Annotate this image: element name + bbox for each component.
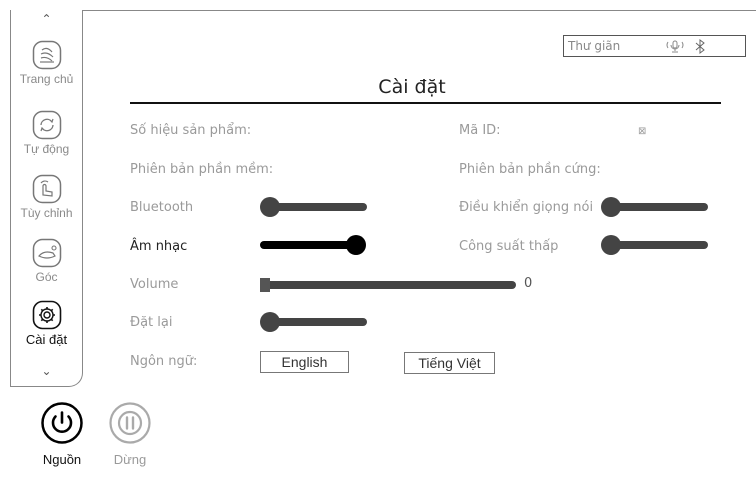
power-button[interactable]: Nguồn: [41, 402, 83, 467]
music-toggle[interactable]: [260, 235, 366, 257]
volume-slider-track: [260, 281, 516, 289]
id-label: Mã ID:: [459, 123, 501, 138]
software-version-label: Phiên bản phần mềm:: [130, 162, 274, 177]
gear-icon: [32, 300, 62, 330]
mode-status-text: Thư giãn: [568, 39, 621, 53]
recline-angle-icon: [32, 238, 62, 268]
volume-label: Volume: [130, 277, 179, 292]
low-power-toggle[interactable]: [601, 235, 708, 257]
language-english-button[interactable]: English: [260, 351, 349, 373]
pause-icon: [109, 402, 151, 444]
sidebar-item-custom[interactable]: Tùy chỉnh: [11, 174, 82, 232]
pause-label: Dừng: [113, 452, 147, 467]
pause-button[interactable]: Dừng: [109, 402, 151, 467]
sidebar-item-auto[interactable]: Tự động: [11, 110, 82, 168]
music-label: Âm nhạc: [130, 239, 188, 254]
power-label: Nguồn: [42, 452, 82, 467]
reset-toggle[interactable]: [260, 312, 367, 334]
sidebar-item-label: Tùy chỉnh: [20, 206, 73, 220]
low-power-label: Công suất thấp: [459, 239, 559, 254]
volume-value: 0: [524, 276, 533, 291]
volume-slider[interactable]: [260, 278, 516, 292]
power-icon: [41, 402, 83, 444]
bluetooth-label: Bluetooth: [130, 200, 194, 215]
massage-hand-icon: [32, 40, 62, 70]
bluetooth-icon: [695, 39, 705, 54]
sidebar-item-settings[interactable]: Cài đặt: [11, 300, 82, 358]
page-title: Cài đặt: [378, 76, 446, 98]
sidebar-item-label: Tự động: [23, 142, 70, 156]
voice-control-label: Điều khiển giọng nói: [459, 200, 594, 215]
reset-label: Đặt lại: [130, 315, 173, 330]
scroll-down-arrow-icon[interactable]: ⌄: [11, 364, 82, 378]
hand-touch-icon: [32, 174, 62, 204]
language-vietnamese-button[interactable]: Tiếng Việt: [404, 352, 495, 374]
scroll-up-arrow-icon[interactable]: ⌃: [11, 12, 82, 26]
sidebar-item-label: Cài đặt: [25, 332, 68, 347]
sidebar: ⌃ Trang chủ Tự động Tùy chỉnh Góc Cài đặ…: [10, 10, 83, 387]
sidebar-item-label: Góc: [35, 270, 58, 284]
auto-cycle-icon: [32, 110, 62, 140]
voice-icon: [666, 40, 684, 53]
bluetooth-toggle[interactable]: [260, 197, 367, 219]
hardware-version-label: Phiên bản phần cứng:: [459, 162, 601, 177]
title-divider: [130, 102, 721, 104]
language-label: Ngôn ngữ:: [130, 354, 198, 369]
voice-control-toggle[interactable]: [601, 197, 708, 219]
product-number-label: Số hiệu sản phẩm:: [130, 123, 252, 138]
id-value: ⊠: [638, 126, 647, 137]
sidebar-item-angle[interactable]: Góc: [11, 238, 82, 296]
volume-slider-thumb[interactable]: [260, 278, 270, 292]
top-border: [10, 10, 756, 11]
status-box: Thư giãn: [563, 35, 746, 57]
